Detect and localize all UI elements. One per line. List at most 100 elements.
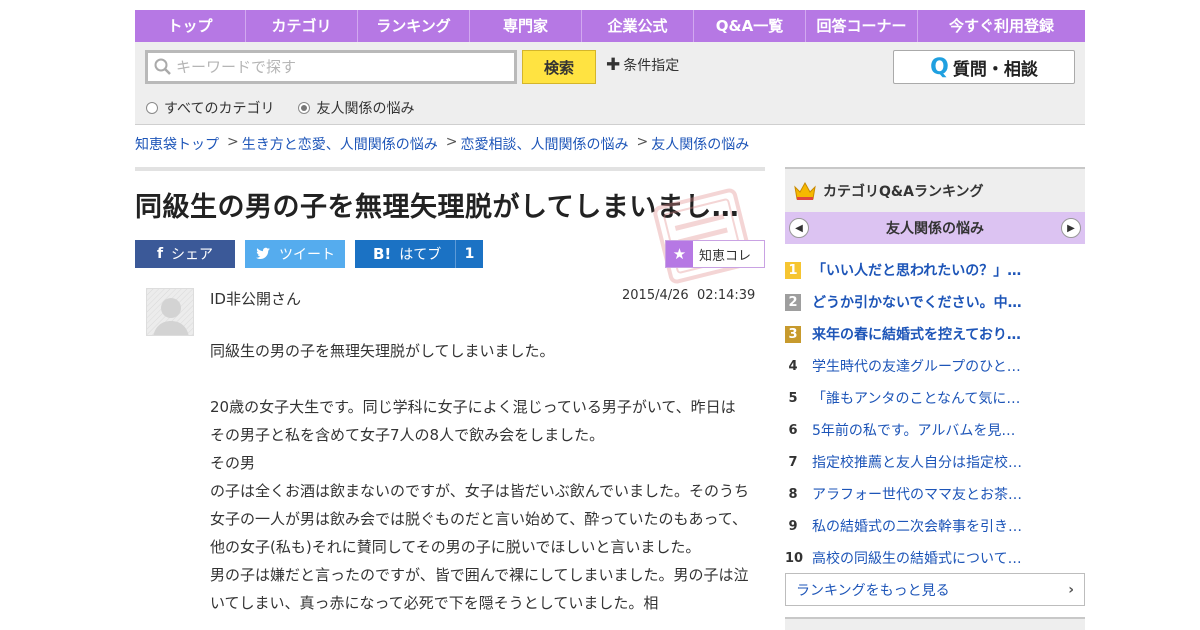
breadcrumb-level2[interactable]: 恋愛相談、人間関係の悩み (460, 134, 628, 154)
question-body: 同級生の男の子を無理矢理脱がしてしまいました。 20歳の女子大生です。同じ学科に… (210, 337, 750, 617)
nav-item-experts[interactable]: 専門家 (470, 10, 582, 42)
nav-item-official[interactable]: 企業公式 (582, 10, 694, 42)
ranking-link[interactable]: アラフォー世代のママ友とお茶… (812, 484, 1022, 504)
rank-number: 9 (788, 518, 798, 534)
rank-number: 7 (788, 454, 798, 470)
ranking-link[interactable]: 来年の春に結婚式を控えており… (812, 324, 1022, 344)
q-icon: Q (930, 54, 949, 80)
ranking-item[interactable]: 5 「誰もアンタのことなんて気に… (785, 382, 1085, 414)
ranking-header: カテゴリQ&Aランキング (785, 167, 1085, 212)
rank-number: 5 (788, 390, 798, 406)
chiecole-label: 知恵コレ (699, 248, 752, 264)
plus-icon: ✚ (606, 55, 621, 75)
twitter-icon (256, 247, 270, 259)
ranking-item[interactable]: 4 学生時代の友達グループのひと… (785, 350, 1085, 382)
condition-link[interactable]: ✚ 条件指定 (606, 55, 679, 75)
nav-item-category[interactable]: カテゴリ (246, 10, 358, 42)
radio-dot (146, 102, 158, 114)
search-box (145, 50, 517, 84)
ranking-link[interactable]: 「誰もアンタのことなんて気に… (812, 388, 1022, 408)
twitter-share-button[interactable]: ツイート (245, 240, 345, 268)
ranking-heading: カテゴリQ&Aランキング (823, 183, 984, 200)
radio-current-category[interactable]: 友人関係の悩み (298, 98, 414, 118)
ask-question-button[interactable]: Q 質問・相談 (893, 50, 1075, 84)
breadcrumb: 知恵袋トップ > 生き方と恋愛、人間関係の悩み > 恋愛相談、人間関係の悩み >… (135, 134, 749, 154)
post-date: 2015/4/26 (622, 288, 689, 303)
post-datetime: 2015/4/26 02:14:39 (622, 288, 755, 303)
category-scope: すべてのカテゴリ 友人関係の悩み (146, 98, 438, 118)
post-time: 02:14:39 (696, 288, 756, 303)
body-paragraph: その男 (210, 454, 256, 472)
prev-arrow-icon[interactable]: ◀ (789, 218, 809, 238)
stamp-icon (653, 188, 753, 284)
rank-number: 4 (788, 358, 798, 374)
ranking-link[interactable]: 5年前の私です。アルバムを見… (812, 420, 1022, 440)
hatena-count: 1 (455, 240, 483, 268)
ranking-item[interactable]: 10 高校の同級生の結婚式について… (785, 542, 1085, 574)
body-paragraph: 男の子は嫌だと言ったのですが、皆で囲んで裸にしてしまいました。男の子は泣いてしま… (210, 566, 749, 612)
ranking-link[interactable]: 高校の同級生の結婚式について… (812, 548, 1022, 568)
global-nav: トップ カテゴリ ランキング 専門家 企業公式 Q&A一覧 回答コーナー 今すぐ… (135, 10, 1085, 42)
rank-number: 2 (785, 293, 801, 311)
nav-item-ranking[interactable]: ランキング (358, 10, 470, 42)
ask-label: 質問・相談 (952, 59, 1038, 80)
rank-number: 3 (785, 325, 801, 343)
nav-item-qa-list[interactable]: Q&A一覧 (694, 10, 806, 42)
more-ranking-button[interactable]: ランキングをもっと見る › (785, 573, 1085, 606)
rank-number: 6 (788, 422, 798, 438)
chiecole-button[interactable]: ★ 知恵コレ (665, 240, 765, 268)
radio-dot-selected (298, 102, 311, 114)
breadcrumb-separator: > (227, 134, 239, 150)
next-section-header (785, 617, 1085, 630)
nav-item-answer-corner[interactable]: 回答コーナー (806, 10, 918, 42)
ranking-category-bar: ◀ 友人関係の悩み ▶ (785, 212, 1085, 244)
nav-item-top[interactable]: トップ (135, 10, 246, 42)
rank-number: 1 (785, 261, 801, 279)
search-button[interactable]: 検索 (522, 50, 596, 84)
ranking-link[interactable]: どうか引かないでください。中… (812, 292, 1022, 312)
avatar (146, 288, 194, 336)
ranking-item[interactable]: 3 来年の春に結婚式を控えており… (785, 318, 1085, 350)
search-area: 検索 ✚ 条件指定 Q 質問・相談 すべてのカテゴリ 友人関係の悩み (135, 42, 1085, 125)
more-ranking-label: ランキングをもっと見る (796, 582, 950, 599)
breadcrumb-top[interactable]: 知恵袋トップ (135, 134, 219, 154)
share-label: シェア (171, 247, 214, 263)
radio-all-categories[interactable]: すべてのカテゴリ (146, 98, 274, 118)
rank-number: 10 (785, 550, 804, 566)
ranking-link[interactable]: 指定校推薦と友人自分は指定校… (812, 452, 1022, 472)
facebook-icon: f (156, 246, 164, 262)
rank-number: 8 (788, 486, 798, 502)
ranking-item[interactable]: 8 アラフォー世代のママ友とお茶… (785, 478, 1085, 510)
crown-icon (794, 181, 816, 200)
body-paragraph: 同級生の男の子を無理矢理脱がしてしまいました。 (210, 342, 555, 360)
search-icon (154, 58, 171, 75)
star-icon: ★ (666, 241, 693, 267)
ranking-item[interactable]: 6 5年前の私です。アルバムを見… (785, 414, 1085, 446)
hatena-label: はてブ (399, 247, 442, 263)
hatena-icon: B! (373, 245, 392, 263)
nav-item-register[interactable]: 今すぐ利用登録 (918, 10, 1085, 42)
breadcrumb-level3[interactable]: 友人関係の悩み (651, 134, 749, 154)
ranking-item[interactable]: 9 私の結婚式の二次会幹事を引き… (785, 510, 1085, 542)
breadcrumb-separator: > (636, 134, 649, 150)
ranking-link[interactable]: 「いい人だと思われたいの？」… (812, 260, 1022, 280)
ranking-item[interactable]: 2 どうか引かないでください。中… (785, 286, 1085, 318)
hatena-bookmark-button[interactable]: B! はてブ 1 (355, 240, 483, 268)
chevron-right-icon: › (1068, 581, 1074, 598)
breadcrumb-separator: > (445, 134, 458, 150)
facebook-share-button[interactable]: f シェア (135, 240, 235, 268)
ranking-item[interactable]: 1 「いい人だと思われたいの？」… (785, 254, 1085, 286)
ranking-link[interactable]: 私の結婚式の二次会幹事を引き… (812, 516, 1022, 536)
condition-label: 条件指定 (623, 58, 680, 74)
ranking-sidebar: カテゴリQ&Aランキング ◀ 友人関係の悩み ▶ 1 「いい人だと思われたいの？」… (785, 167, 1085, 574)
tweet-label: ツイート (279, 247, 335, 263)
ranking-link[interactable]: 学生時代の友達グループのひと… (812, 356, 1022, 376)
next-arrow-icon[interactable]: ▶ (1061, 218, 1081, 238)
search-input[interactable] (172, 54, 514, 80)
breadcrumb-level1[interactable]: 生き方と恋愛、人間関係の悩み (242, 134, 438, 154)
ranking-list: 1 「いい人だと思われたいの？」… 2 どうか引かないでください。中… 3 来年の春に… (785, 254, 1085, 574)
body-paragraph: の子は全くお酒は飲まないのですが、女子は皆だいぶ飲んでいました。そのうち女子の一… (210, 482, 749, 556)
radio-label: すべてのカテゴリ (164, 101, 275, 117)
ranking-item[interactable]: 7 指定校推薦と友人自分は指定校… (785, 446, 1085, 478)
user-name[interactable]: ID非公開さん (210, 288, 301, 309)
